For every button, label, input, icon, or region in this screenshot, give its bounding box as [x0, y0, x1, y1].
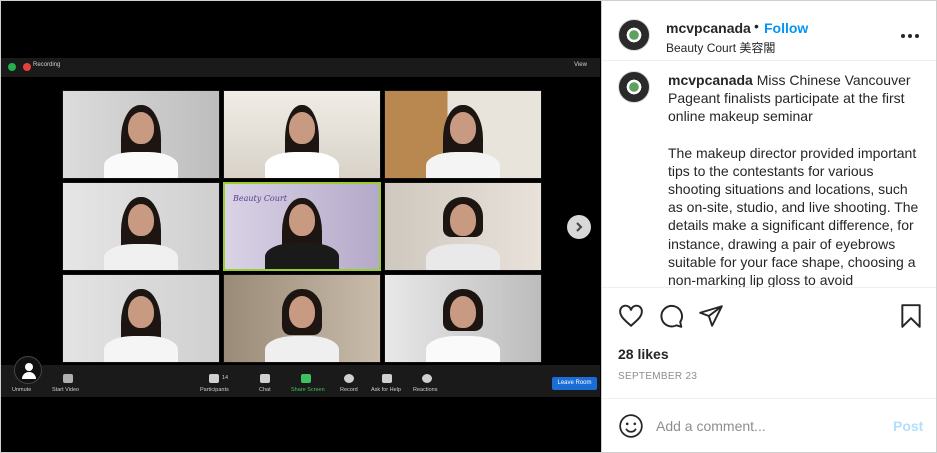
- record-button[interactable]: Record: [340, 387, 358, 393]
- bookmark-icon[interactable]: [898, 303, 924, 329]
- video-tile: [62, 90, 220, 179]
- video-grid: Beauty Court: [62, 90, 544, 365]
- comment-input[interactable]: [656, 413, 886, 439]
- chevron-right-icon[interactable]: [567, 215, 591, 239]
- caption: mcvpcanada Miss Chinese Vancouver Pagean…: [668, 71, 924, 287]
- video-tile: [384, 182, 542, 271]
- video-tile: [62, 274, 220, 363]
- post-username[interactable]: mcvpcanada: [666, 20, 751, 36]
- caption-avatar[interactable]: [618, 71, 650, 103]
- video-off-icon[interactable]: [63, 374, 73, 383]
- participants-icon[interactable]: [209, 374, 219, 383]
- video-tile: [384, 90, 542, 179]
- share-screen-icon[interactable]: [301, 374, 311, 383]
- post-location[interactable]: Beauty Court 美容閣: [666, 39, 775, 56]
- heart-icon[interactable]: [618, 303, 644, 329]
- start-video-button[interactable]: Start Video: [52, 387, 79, 393]
- emoji-icon[interactable]: [618, 413, 644, 439]
- zoom-top-bar: [1, 58, 600, 77]
- comment-icon[interactable]: [658, 303, 684, 329]
- active-speaker-tile: Beauty Court: [223, 182, 381, 271]
- caption-scroll-area[interactable]: mcvpcanada Miss Chinese Vancouver Pagean…: [602, 61, 936, 287]
- chat-icon[interactable]: [260, 374, 270, 383]
- paper-plane-icon[interactable]: [698, 303, 724, 329]
- separator-dot: •: [754, 18, 759, 34]
- likes-count[interactable]: 28 likes: [618, 346, 669, 362]
- reactions-button[interactable]: Reactions: [413, 387, 437, 393]
- video-tile: [223, 274, 381, 363]
- video-tile: [62, 182, 220, 271]
- ask-for-help-button[interactable]: Ask for Help: [371, 387, 401, 393]
- unmute-button[interactable]: Unmute: [12, 387, 31, 393]
- follow-button[interactable]: Follow: [764, 20, 808, 36]
- post-panel: mcvpcanada • Follow Beauty Court 美容閣 mcv…: [601, 0, 937, 453]
- recording-icon: [23, 63, 31, 71]
- recording-label: Recording: [33, 62, 61, 68]
- share-screen-button[interactable]: Share Screen: [291, 387, 325, 393]
- participants-button[interactable]: Participants: [200, 387, 229, 393]
- video-tile: [384, 274, 542, 363]
- shield-icon: [8, 63, 16, 71]
- divider: [602, 398, 936, 399]
- record-icon[interactable]: [344, 374, 354, 383]
- avatar[interactable]: [618, 19, 650, 51]
- caption-username[interactable]: mcvpcanada: [668, 72, 753, 88]
- leave-room-button[interactable]: Leave Room: [552, 377, 597, 390]
- chat-button[interactable]: Chat: [259, 387, 271, 393]
- view-label: View: [574, 62, 587, 68]
- participants-count: 14: [222, 375, 229, 381]
- reactions-icon[interactable]: [422, 374, 432, 383]
- help-icon[interactable]: [382, 374, 392, 383]
- divider: [602, 287, 936, 288]
- video-tile: [223, 90, 381, 179]
- post-comment-button[interactable]: Post: [893, 418, 923, 434]
- caption-paragraph: The makeup director provided important t…: [668, 144, 919, 287]
- post-media: Recording View Beauty Court Unmute Start…: [0, 0, 601, 453]
- poster-text: Beauty Court: [233, 194, 287, 203]
- more-options-icon[interactable]: [901, 27, 919, 45]
- post-date: SEPTEMBER 23: [618, 371, 698, 382]
- user-icon: [14, 356, 42, 384]
